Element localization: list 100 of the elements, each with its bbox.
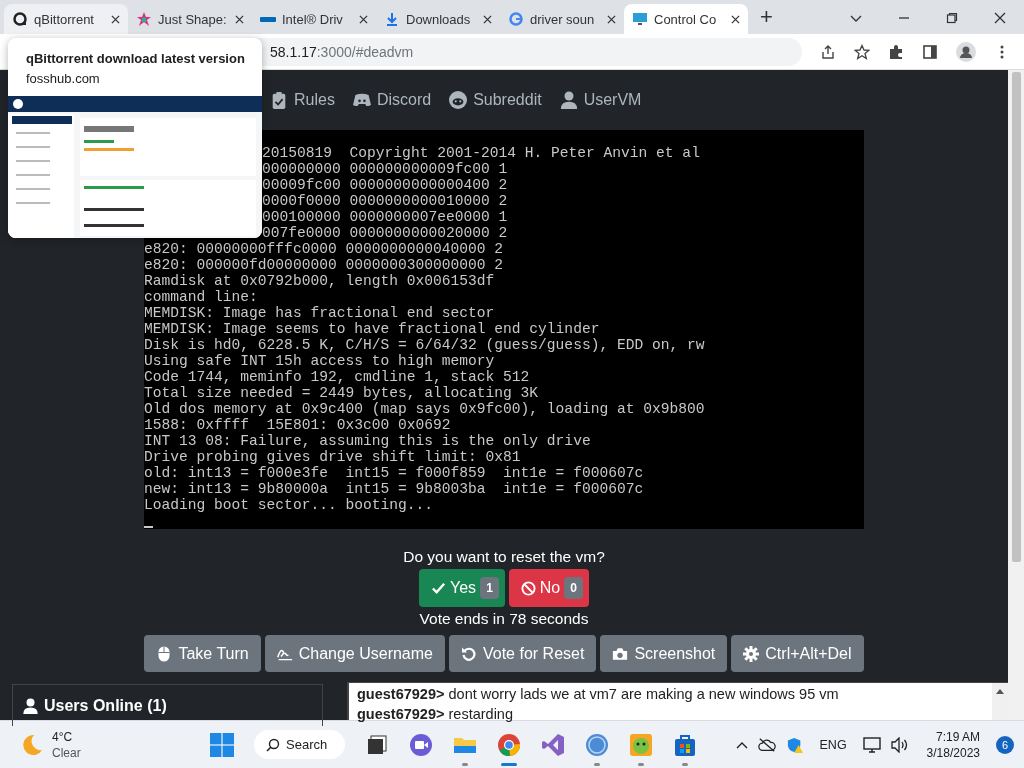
shield-warning-icon[interactable] xyxy=(785,736,804,753)
vote-no-button[interactable]: No 0 xyxy=(508,569,589,607)
language-indicator[interactable]: ENG xyxy=(819,737,847,752)
nav-link[interactable]: Discord xyxy=(352,91,432,109)
restore-icon[interactable] xyxy=(946,12,958,24)
console-line: Using safe INT 15h access to high memory xyxy=(144,353,495,369)
close-icon[interactable] xyxy=(483,14,492,24)
browser-tab[interactable]: Downloads xyxy=(376,4,500,34)
star-shapes-icon xyxy=(136,11,152,27)
rotate-left-icon xyxy=(461,645,477,662)
console-line: 00009fc00 0000000000000400 2 xyxy=(262,177,508,193)
scrollbar-thumb[interactable] xyxy=(1011,72,1021,562)
clock-time[interactable]: 7:19 AM xyxy=(935,728,980,745)
tab-title: qBittorrent xyxy=(34,11,95,27)
vote-timer: Vote ends in 78 seconds xyxy=(419,609,589,629)
user-icon xyxy=(559,91,578,109)
close-icon[interactable] xyxy=(235,14,244,24)
console-line: new: int13 = 9b80000a int15 = 9b8003ba int1e = f000607c xyxy=(144,481,644,497)
puzzle-icon[interactable] xyxy=(888,43,904,60)
vote-question: Do you want to reset the vm? xyxy=(403,547,605,567)
browser-tab[interactable]: Control Co xyxy=(624,4,748,34)
close-icon[interactable] xyxy=(359,14,368,24)
console-line: 1588: 0xffff 15E801: 0x3c00 0x0692 xyxy=(144,417,451,433)
console-line: Drive probing gives drive shift limit: 0x81 xyxy=(144,449,521,465)
console-line: command line: xyxy=(144,289,258,305)
console-line: 000000000 000000000009fc00 1 xyxy=(262,161,508,177)
text-cursor xyxy=(144,526,153,528)
video-chat-app-icon[interactable] xyxy=(409,732,434,757)
nav-link[interactable]: Rules xyxy=(270,91,335,109)
action-button[interactable]: Vote for Reset xyxy=(449,635,597,672)
clock-date[interactable]: 3/18/2023 xyxy=(926,744,980,761)
notification-badge[interactable]: 6 xyxy=(996,735,1014,754)
pig-game-app-icon[interactable] xyxy=(629,732,654,757)
users-online-title: Users Online (1) xyxy=(44,696,167,715)
nav-link[interactable]: Subreddit xyxy=(449,91,542,109)
torrent-app-icon[interactable] xyxy=(585,732,610,757)
tab-title: Downloads xyxy=(406,11,472,27)
console-line: e820: 00000000fffc0000 0000000000040000 2 xyxy=(144,241,504,257)
console-line: 000100000 0000000007ee0000 1 xyxy=(262,209,508,225)
console-line: Ramdisk at 0x0792b000, length 0x006153df xyxy=(144,273,495,289)
tab-title: Intel® Driv xyxy=(282,11,344,27)
action-button[interactable]: Screenshot xyxy=(600,635,728,672)
scroll-up-arrow-icon[interactable] xyxy=(996,689,1004,694)
console-line: Total size needed = 2449 bytes, allocating 3K xyxy=(144,385,539,401)
browser-app-icon[interactable] xyxy=(497,732,522,757)
action-button[interactable]: Ctrl+Alt+Del xyxy=(731,635,864,672)
browser-tab[interactable]: Intel® Driv xyxy=(252,4,376,34)
console-line: Loading boot sector... booting... xyxy=(144,497,433,513)
vote-yes-button[interactable]: Yes 1 xyxy=(419,569,505,607)
console-line: Old dos memory at 0x9c400 (map says 0x9fc00), loading at 0x9b800 xyxy=(144,401,705,417)
profile-avatar-icon[interactable] xyxy=(956,41,976,62)
nav-link[interactable]: UserVM xyxy=(559,91,642,109)
chat-scrollbar[interactable] xyxy=(992,683,1008,720)
cloud-off-icon[interactable] xyxy=(757,736,776,753)
close-icon[interactable] xyxy=(994,12,1006,24)
console-line: old: int13 = f000e3fe int15 = f000f859 int1e = f000607c xyxy=(144,465,644,481)
console-line: MEMDISK: Image has fractional end sector xyxy=(144,305,495,321)
chat-message: guest67929> restarding xyxy=(357,705,514,724)
browser-tab[interactable]: qBittorrent xyxy=(4,4,128,34)
browser-tab[interactable]: driver soun xyxy=(500,4,624,34)
action-button[interactable]: Take Turn xyxy=(144,635,261,672)
camera-icon xyxy=(612,645,629,662)
search-icon xyxy=(266,737,280,752)
tab-title: Just Shape: xyxy=(158,11,228,27)
hover-card-domain: fosshub.com xyxy=(25,70,101,88)
side-panel-icon[interactable] xyxy=(922,43,938,60)
vm-screen[interactable] xyxy=(144,130,864,529)
monitor-icon xyxy=(632,11,648,27)
user-icon xyxy=(23,697,38,714)
gear-icon xyxy=(743,645,760,662)
page-scrollbar[interactable] xyxy=(1008,70,1024,720)
chevron-up-icon[interactable] xyxy=(735,740,748,749)
browser-tab[interactable]: Just Shape: xyxy=(128,4,252,34)
close-icon[interactable] xyxy=(607,14,616,24)
code-editor-app-icon[interactable] xyxy=(541,732,566,757)
weather-condition[interactable]: Clear xyxy=(52,744,81,761)
chat-message: guest67929> dont worry lads we at vm7 are making a new windows 95 vm xyxy=(357,685,840,704)
console-line: MEMDISK: Image seems to have fractional end cylinder xyxy=(144,321,600,337)
console-line: 007fe0000 0000000000020000 2 xyxy=(262,225,508,241)
monitor-icon[interactable] xyxy=(862,736,881,753)
console-line: INT 13 08: Failure, assuming this is the only drive xyxy=(144,433,591,449)
taskbar-search[interactable]: Search xyxy=(254,730,346,759)
new-tab-button[interactable]: + xyxy=(760,4,773,30)
mouse-icon xyxy=(156,645,173,662)
close-icon[interactable] xyxy=(731,14,740,24)
share-icon[interactable] xyxy=(820,43,836,60)
task-view-app-icon[interactable] xyxy=(365,732,390,757)
store-app-icon[interactable] xyxy=(673,732,698,757)
ring-icon xyxy=(12,11,28,27)
close-icon[interactable] xyxy=(111,14,120,24)
prohibited-icon xyxy=(520,580,536,596)
temperature[interactable]: 4°C xyxy=(52,728,81,745)
star-icon[interactable] xyxy=(854,43,870,60)
tab-title: Control Co xyxy=(654,11,718,27)
console-line: 0000f0000 0000000000010000 2 xyxy=(262,193,508,209)
tab-title: driver soun xyxy=(530,11,596,27)
speaker-icon[interactable] xyxy=(890,736,909,753)
windows-start-icon[interactable] xyxy=(210,732,234,757)
action-button[interactable]: Change Username xyxy=(264,635,445,672)
console-line: Code 1744, meminfo 192, cmdline 1, stack 512 xyxy=(144,369,530,385)
